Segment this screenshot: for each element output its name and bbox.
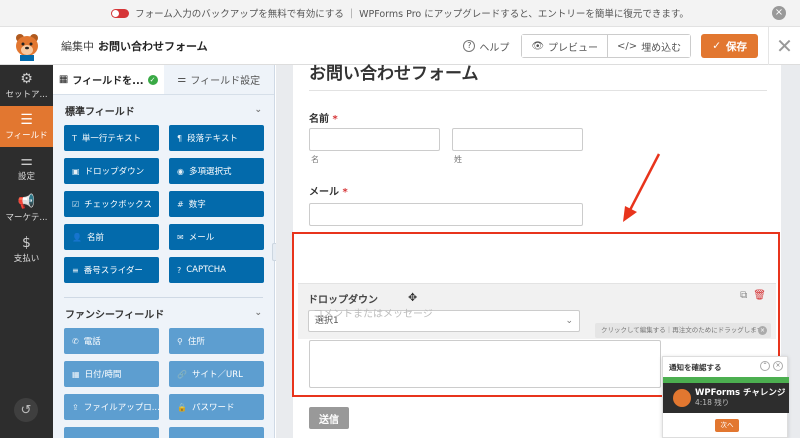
check-icon: ✓ (712, 40, 721, 52)
fancy-fields-grid: ✆ 電話 ⚲ 住所 ▦ 日付/時間 🔗 サイト／URL ⇪ ファイルアップロ... 🔒 パス… (53, 328, 274, 438)
lock-icon: 🔒 (177, 402, 187, 412)
standard-fields-grid: T 単一行テキスト ¶ 段落テキスト ▣ ドロップダウン ◉ 多項選択式 ☑ チェックボッ… (53, 125, 274, 283)
sidebar-item-marketing[interactable]: 📢 マーケテ... (0, 188, 53, 229)
field-button-phone[interactable]: ✆ 電話 (64, 328, 159, 354)
calendar-icon: ▦ (72, 369, 80, 379)
next-button[interactable]: 次へ (715, 419, 739, 432)
envelope-icon: ✉ (177, 232, 184, 242)
code-icon: </> (617, 40, 638, 52)
form-title: お問い合わせフォーム (309, 64, 479, 84)
field-button-file-upload[interactable]: ⇪ ファイルアップロ... (64, 394, 159, 420)
preview-button[interactable]: 👁 プレビュー (522, 35, 608, 57)
notice-close-icon[interactable]: × (772, 6, 786, 20)
fancy-fields-header[interactable]: ファンシーフィールド ⌄ (53, 298, 274, 328)
close-icon[interactable]: × (773, 361, 783, 371)
tab-field-options[interactable]: ⚌ フィールド設定 (164, 65, 275, 94)
field-button-number-slider[interactable]: ≡ 番号スライダー (64, 257, 159, 283)
dropdown-icon: ▣ (72, 166, 80, 176)
field-button-dropdown[interactable]: ▣ ドロップダウン (64, 158, 159, 184)
field-button-more-2[interactable] (169, 427, 264, 438)
field-button-multiple-choice[interactable]: ◉ 多項選択式 (169, 158, 264, 184)
question-icon: ? (463, 40, 476, 52)
field-button-date-time[interactable]: ▦ 日付/時間 (64, 361, 159, 387)
field-button-email[interactable]: ✉ メール (169, 224, 264, 250)
sliders-icon: ⚌ (177, 74, 187, 85)
close-builder-icon[interactable]: ✕ (768, 27, 800, 65)
gear-icon: ⚙ (20, 70, 33, 87)
form-name: お問い合わせフォーム (98, 39, 208, 53)
field-button-name[interactable]: 👤 名前 (64, 224, 159, 250)
checkbox-icon: ☑ (72, 199, 80, 209)
field-button-captcha[interactable]: ? CAPTCHA (169, 257, 264, 283)
email-field-label[interactable]: メール * (309, 183, 348, 198)
slider-icon: ≡ (72, 265, 79, 275)
revisions-history-icon[interactable]: ↺ (14, 398, 38, 422)
sliders-icon: ⚌ (20, 152, 33, 169)
chevron-up-icon[interactable]: ⌃ (760, 361, 770, 371)
email-input[interactable] (309, 203, 583, 226)
first-name-input[interactable] (309, 128, 440, 151)
fields-panel: ▦ フィールドを... ✓ ⚌ フィールド設定 標準フィールド ⌄ T 単一行テキ… (53, 65, 275, 438)
check-circle-icon: ✓ (147, 74, 158, 85)
notice-text-backup[interactable]: フォーム入力のバックアップを無料で有効にする (135, 6, 344, 20)
last-name-input[interactable] (452, 128, 583, 151)
field-button-single-line-text[interactable]: T 単一行テキスト (64, 125, 159, 151)
eye-icon: 👁 (531, 40, 545, 52)
captcha-icon: ? (177, 265, 182, 275)
help-button[interactable]: ? ヘルプ (463, 39, 509, 54)
dollar-icon: $ (22, 234, 31, 251)
sidebar-item-setup[interactable]: ⚙ セットア... (0, 65, 53, 106)
last-name-sublabel: 姓 (454, 155, 462, 164)
sidebar-item-settings[interactable]: ⚌ 設定 (0, 147, 53, 188)
embed-button[interactable]: </> 埋め込む (607, 35, 691, 57)
page-title: 編集中 お問い合わせフォーム (61, 39, 208, 53)
backup-toggle[interactable] (111, 8, 130, 18)
challenge-banner: WPForms チャレンジ 4:18 残り (663, 383, 789, 413)
challenge-time-left: 4:18 残り (695, 398, 730, 407)
wpforms-logo (0, 27, 53, 65)
name-field-label[interactable]: 名前 * (309, 110, 338, 125)
upgrade-notice-bar: フォーム入力のバックアップを無料で有効にする | WPForms Pro にアッ… (0, 0, 800, 27)
standard-fields-header[interactable]: 標準フィールド ⌄ (53, 95, 274, 125)
field-button-password[interactable]: 🔒 パスワード (169, 394, 264, 420)
map-pin-icon: ⚲ (177, 336, 183, 346)
annotation-arrow-icon (623, 153, 661, 222)
megaphone-icon: 📢 (17, 193, 36, 210)
field-button-paragraph-text[interactable]: ¶ 段落テキスト (169, 125, 264, 151)
link-icon: 🔗 (177, 369, 187, 379)
text-icon: T (72, 133, 77, 143)
paragraph-icon: ¶ (177, 133, 183, 143)
chevron-down-icon: ⌄ (254, 105, 262, 115)
fields-icon: ☰ (20, 111, 33, 128)
field-button-checkboxes[interactable]: ☑ チェックボックス (64, 191, 159, 217)
bear-avatar-icon (673, 389, 691, 407)
save-button[interactable]: ✓ 保存 (701, 34, 758, 58)
sidebar-item-fields[interactable]: ☰ フィールド (0, 106, 53, 147)
first-name-sublabel: 名 (311, 155, 319, 164)
field-button-website-url[interactable]: 🔗 サイト／URL (169, 361, 264, 387)
radio-icon: ◉ (177, 166, 184, 176)
upload-icon: ⇪ (72, 402, 79, 412)
field-button-numbers[interactable]: # 数字 (169, 191, 264, 217)
hash-icon: # (177, 199, 184, 209)
tab-add-fields[interactable]: ▦ フィールドを... ✓ (53, 65, 164, 94)
grid-icon: ▦ (58, 74, 69, 85)
phone-icon: ✆ (72, 336, 79, 346)
user-icon: 👤 (72, 232, 82, 242)
chevron-down-icon: ⌄ (254, 308, 262, 318)
notification-popup: 通知を確認する ⌃ × WPForms チャレンジ 4:18 残り 次へ (662, 356, 789, 438)
bear-mascot-icon (15, 33, 38, 61)
submit-button[interactable]: 送信 (309, 407, 349, 429)
field-button-more-1[interactable] (64, 427, 159, 438)
notice-text-upgrade: WPForms Pro にアップグレードすると、エントリーを簡単に復元できます。 (359, 9, 689, 20)
challenge-title: WPForms チャレンジ (695, 388, 786, 398)
field-button-address[interactable]: ⚲ 住所 (169, 328, 264, 354)
builder-sidebar: ⚙ セットア... ☰ フィールド ⚌ 設定 📢 マーケテ... $ 支払い ↺ (0, 65, 53, 438)
sidebar-item-payments[interactable]: $ 支払い (0, 229, 53, 270)
